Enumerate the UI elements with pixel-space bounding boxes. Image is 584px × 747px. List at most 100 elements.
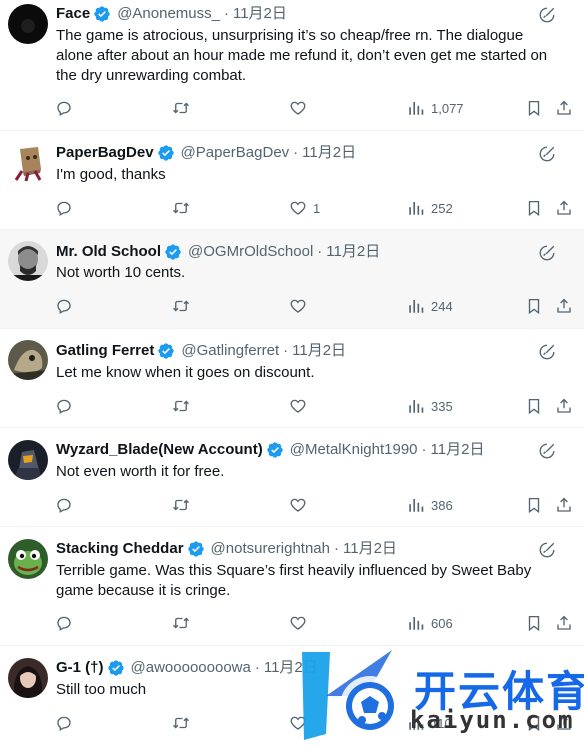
like-button[interactable] <box>289 495 313 515</box>
bookmark-button[interactable] <box>525 296 543 316</box>
share-icon <box>555 397 573 415</box>
user-name[interactable]: Face <box>56 4 90 24</box>
tweet[interactable]: Stacking Cheddar @notsurerightnah · 11月2… <box>0 527 584 646</box>
views-button[interactable]: 606 <box>407 613 453 633</box>
user-name[interactable]: PaperBagDev <box>56 143 154 163</box>
avatar[interactable] <box>8 4 48 44</box>
views-button[interactable]: 335 <box>407 396 453 416</box>
retweet-button[interactable] <box>172 613 190 633</box>
user-handle[interactable]: @OGMrOldSchool <box>188 242 313 262</box>
retweet-button[interactable] <box>172 198 190 218</box>
retweet-button[interactable] <box>172 713 190 733</box>
user-name[interactable]: Gatling Ferret <box>56 341 154 361</box>
views-button[interactable]: 252 <box>407 198 453 218</box>
reply-button[interactable] <box>55 495 73 515</box>
bookmark-button[interactable] <box>525 198 543 218</box>
share-icon <box>555 99 573 117</box>
avatar[interactable] <box>8 658 48 698</box>
avatar[interactable] <box>8 340 48 380</box>
reply-button[interactable] <box>55 396 73 416</box>
avatar[interactable] <box>8 241 48 281</box>
post-date[interactable]: 11月2日 <box>343 539 397 559</box>
share-button[interactable] <box>555 396 573 416</box>
post-date[interactable]: 11月2日 <box>431 440 485 460</box>
tweet[interactable]: Face @Anonemuss_ · 11月2日 The game is atr… <box>0 0 584 131</box>
views-icon <box>407 99 425 117</box>
reply-button[interactable] <box>55 98 73 118</box>
reply-button[interactable] <box>55 613 73 633</box>
grok-icon[interactable] <box>538 343 556 361</box>
user-handle[interactable]: @Gatlingferret <box>181 341 279 361</box>
bookmark-button[interactable] <box>525 613 543 633</box>
views-icon <box>407 614 425 632</box>
reply-button[interactable] <box>55 296 73 316</box>
user-name[interactable]: Stacking Cheddar <box>56 539 184 559</box>
tweet[interactable]: Wyzard_Blade(New Account) @MetalKnight19… <box>0 428 584 527</box>
bookmark-button[interactable] <box>525 495 543 515</box>
tweet-text: Not even worth it for free. <box>56 463 225 480</box>
bookmark-icon <box>525 397 543 415</box>
user-name[interactable]: Wyzard_Blade(New Account) <box>56 440 263 460</box>
view-count: 252 <box>431 200 453 216</box>
retweet-button[interactable] <box>172 296 190 316</box>
grok-icon[interactable] <box>538 541 556 559</box>
reply-icon <box>55 714 73 732</box>
views-button[interactable]: 386 <box>407 495 453 515</box>
post-date[interactable]: 11月2日 <box>302 143 356 163</box>
tweet[interactable]: Gatling Ferret @Gatlingferret · 11月2日 Le… <box>0 329 584 428</box>
grok-icon[interactable] <box>538 442 556 460</box>
tweet[interactable]: PaperBagDev @PaperBagDev · 11月2日 I'm goo… <box>0 131 584 230</box>
separator: · <box>293 144 299 161</box>
views-button[interactable]: 1,077 <box>407 98 464 118</box>
bookmark-icon <box>525 99 543 117</box>
share-button[interactable] <box>555 613 573 633</box>
share-button[interactable] <box>555 198 573 218</box>
avatar[interactable] <box>8 539 48 579</box>
avatar[interactable] <box>8 440 48 480</box>
avatar[interactable] <box>8 143 48 183</box>
user-handle[interactable]: @PaperBagDev <box>181 143 290 163</box>
post-date[interactable]: 11月2日 <box>326 242 380 262</box>
retweet-icon <box>172 614 190 632</box>
user-handle[interactable]: @awoooooooowa <box>131 658 251 678</box>
user-name[interactable]: Mr. Old School <box>56 242 161 262</box>
heart-icon <box>289 496 307 514</box>
reply-icon <box>55 397 73 415</box>
bookmark-button[interactable] <box>525 396 543 416</box>
user-name[interactable]: G-1 (†) <box>56 658 104 678</box>
bookmark-icon <box>525 199 543 217</box>
separator: · <box>254 659 260 676</box>
like-button[interactable] <box>289 98 313 118</box>
user-handle[interactable]: @Anonemuss_ <box>117 4 220 24</box>
user-handle[interactable]: @notsurerightnah <box>211 539 330 559</box>
grok-icon[interactable] <box>538 145 556 163</box>
reply-button[interactable] <box>55 198 73 218</box>
user-handle[interactable]: @MetalKnight1990 <box>290 440 418 460</box>
reply-icon <box>55 297 73 315</box>
retweet-button[interactable] <box>172 98 190 118</box>
heart-icon <box>289 397 307 415</box>
views-button[interactable]: 244 <box>407 296 453 316</box>
share-button[interactable] <box>555 495 573 515</box>
share-button[interactable] <box>555 296 573 316</box>
retweet-icon <box>172 397 190 415</box>
like-button[interactable] <box>289 396 313 416</box>
reply-button[interactable] <box>55 713 73 733</box>
view-count: 335 <box>431 398 453 414</box>
grok-icon[interactable] <box>538 6 556 24</box>
view-count: 606 <box>431 615 453 631</box>
like-button[interactable] <box>289 296 313 316</box>
share-button[interactable] <box>555 98 573 118</box>
share-icon <box>555 199 573 217</box>
retweet-button[interactable] <box>172 396 190 416</box>
bookmark-button[interactable] <box>525 98 543 118</box>
post-date[interactable]: 11月2日 <box>233 4 287 24</box>
like-button[interactable] <box>289 613 313 633</box>
grok-icon[interactable] <box>538 244 556 262</box>
retweet-button[interactable] <box>172 495 190 515</box>
tweet[interactable]: Mr. Old School @OGMrOldSchool · 11月2日 No… <box>0 230 584 329</box>
reply-icon <box>55 199 73 217</box>
like-button[interactable]: 1 <box>289 198 320 218</box>
bookmark-icon <box>525 297 543 315</box>
post-date[interactable]: 11月2日 <box>292 341 346 361</box>
